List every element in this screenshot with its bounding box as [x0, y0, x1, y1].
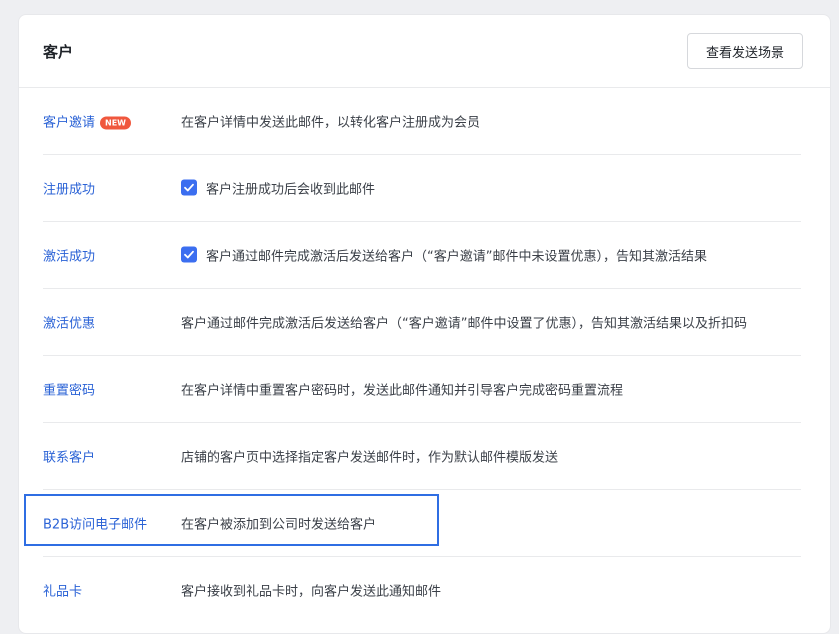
- email-row-description-wrapper: 客户注册成功后会收到此邮件: [181, 178, 375, 197]
- email-row-description: 在客户详情中发送此邮件，以转化客户注册成为会员: [181, 115, 481, 130]
- email-row-description: 客户注册成功后会收到此邮件: [206, 182, 376, 197]
- email-template-link-reset-password[interactable]: 重置密码: [43, 379, 95, 398]
- email-row-contact-customer: 联系客户 店铺的客户页中选择指定客户发送邮件时，作为默认邮件模版发送: [43, 422, 801, 490]
- email-row-gift-card: 礼品卡 客户接收到礼品卡时，向客户发送此通知邮件: [43, 556, 801, 623]
- card-title: 客户: [43, 43, 74, 61]
- email-template-link-activation-success[interactable]: 激活成功: [43, 245, 95, 264]
- email-template-link-b2b-access[interactable]: B2B访问电子邮件: [43, 513, 147, 532]
- email-template-link-registration-success[interactable]: 注册成功: [43, 178, 95, 197]
- email-row-registration-success: 注册成功 客户注册成功后会收到此邮件: [43, 154, 801, 222]
- email-template-link-contact-customer[interactable]: 联系客户: [43, 446, 95, 465]
- new-badge: NEW: [100, 116, 131, 129]
- enable-checkbox[interactable]: [181, 246, 197, 263]
- customer-email-card: 客户 查看发送场景 客户邀请 NEW 在客户详情中发送此邮件，以转化客户注册成为会…: [18, 14, 831, 634]
- enable-checkbox[interactable]: [181, 179, 197, 196]
- email-row-description: 店铺的客户页中选择指定客户发送邮件时，作为默认邮件模版发送: [181, 450, 559, 465]
- email-template-link-gift-card[interactable]: 礼品卡: [43, 580, 82, 599]
- email-row-activation-discount: 激活优惠 客户通过邮件完成激活后发送给客户（“客户邀请”邮件中设置了优惠），告知…: [43, 288, 801, 356]
- email-row-description: 客户接收到礼品卡时，向客户发送此通知邮件: [181, 584, 442, 599]
- email-row-description-wrapper: 客户通过邮件完成激活后发送给客户（“客户邀请”邮件中未设置优惠），告知其激活结果: [181, 245, 707, 264]
- email-row-description: 在客户被添加到公司时发送给客户: [181, 517, 377, 532]
- email-row-activation-success: 激活成功 客户通过邮件完成激活后发送给客户（“客户邀请”邮件中未设置优惠），告知…: [43, 221, 801, 289]
- email-row-customer-invite: 客户邀请 NEW 在客户详情中发送此邮件，以转化客户注册成为会员: [43, 87, 801, 155]
- email-template-link-activation-discount[interactable]: 激活优惠: [43, 312, 95, 331]
- check-icon: [184, 250, 194, 259]
- email-row-description: 客户通过邮件完成激活后发送给客户（“客户邀请”邮件中设置了优惠），告知其激活结果…: [181, 316, 747, 331]
- check-icon: [184, 183, 194, 192]
- email-row-reset-password: 重置密码 在客户详情中重置客户密码时，发送此邮件通知并引导客户完成密码重置流程: [43, 355, 801, 423]
- email-template-link-customer-invite[interactable]: 客户邀请 NEW: [43, 111, 131, 130]
- view-send-scenes-button[interactable]: 查看发送场景: [687, 33, 803, 69]
- email-row-b2b-access: B2B访问电子邮件 在客户被添加到公司时发送给客户: [43, 489, 801, 557]
- email-row-description: 客户通过邮件完成激活后发送给客户（“客户邀请”邮件中未设置优惠），告知其激活结果: [206, 249, 707, 264]
- email-row-description: 在客户详情中重置客户密码时，发送此邮件通知并引导客户完成密码重置流程: [181, 383, 624, 398]
- card-header: 客户 查看发送场景: [19, 15, 830, 88]
- row-name-label[interactable]: 客户邀请: [43, 115, 95, 130]
